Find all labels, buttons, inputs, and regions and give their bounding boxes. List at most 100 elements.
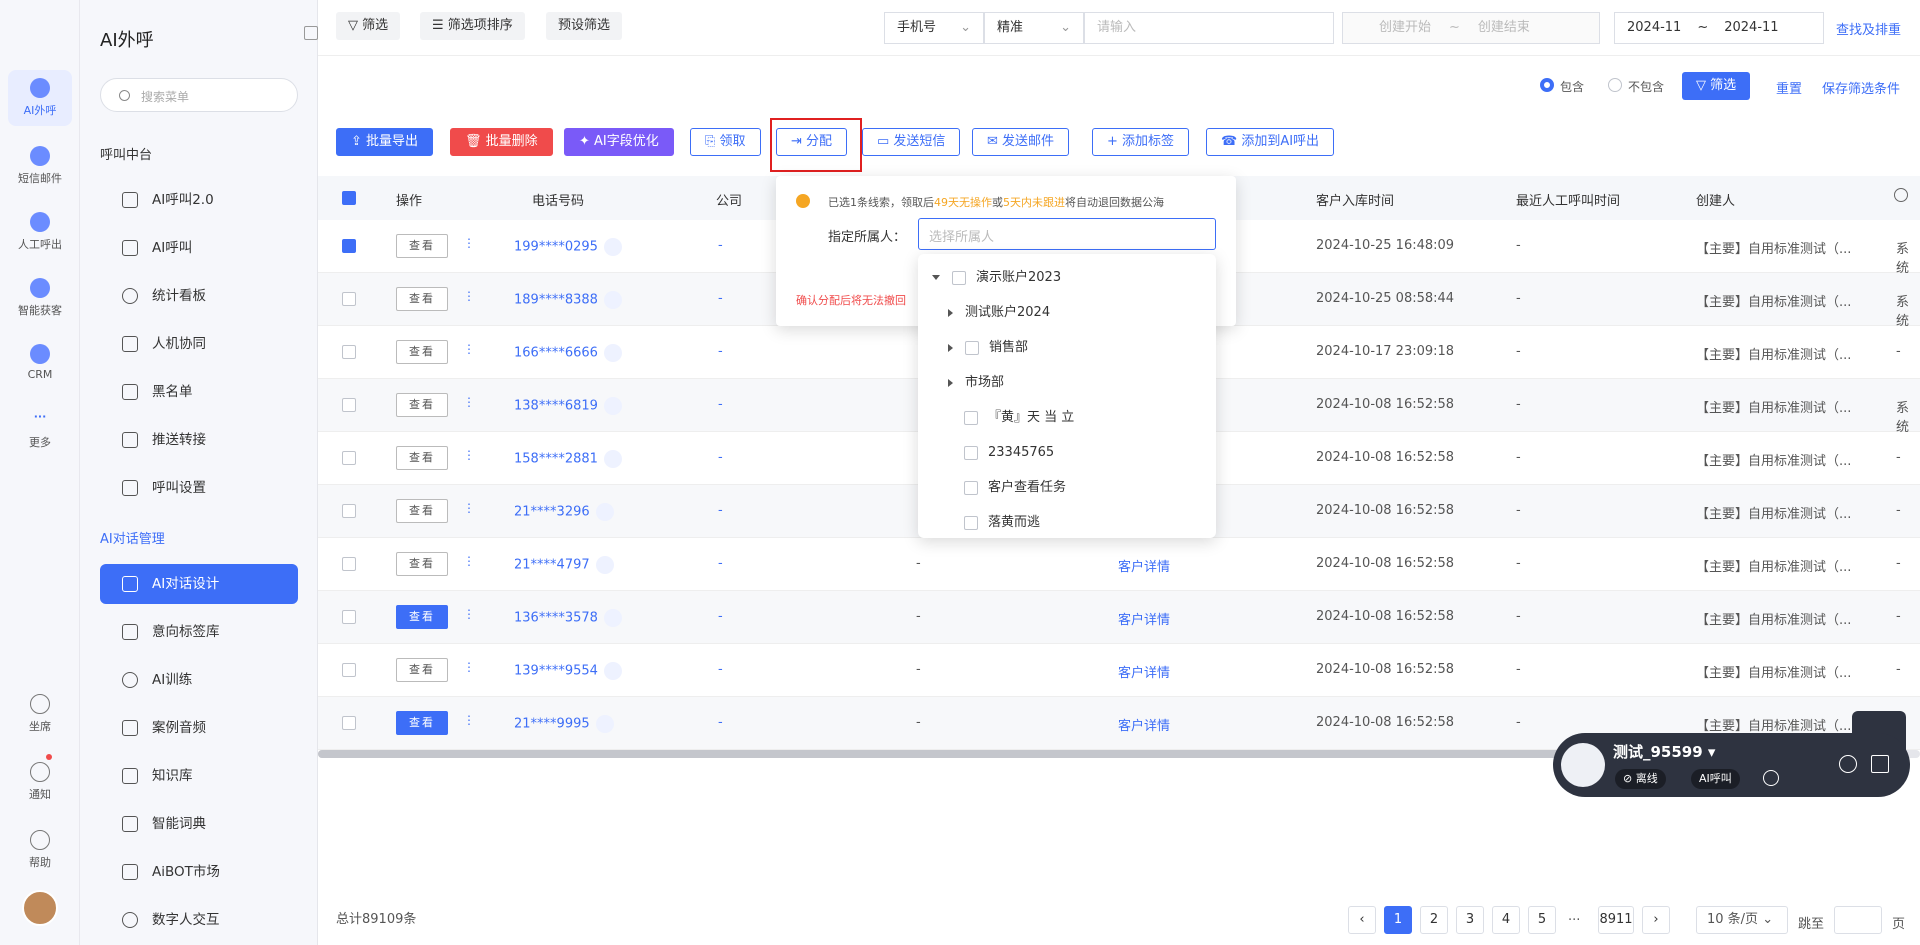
customer-detail-link[interactable]: 客户详情 [1118,556,1170,575]
sidebar-item-ai-call[interactable]: AI呼叫 [100,228,298,268]
sidebar-item-case-audio[interactable]: 案例音频 [100,708,298,748]
sidebar-item-ai-call-2[interactable]: AI呼叫2.0 [100,180,298,220]
view-button[interactable]: 查看 [396,234,448,258]
page-last[interactable]: 8911 [1598,906,1634,934]
gear-icon[interactable] [1763,770,1779,786]
view-button[interactable]: 查看 [396,446,448,470]
page-3[interactable]: 3 [1456,906,1484,934]
more-actions-icon[interactable]: ⋮ [463,660,475,674]
add-to-ai-button[interactable]: ☎ 添加到AI呼出 [1206,128,1335,156]
column-settings-icon[interactable] [1894,188,1908,202]
call-icon[interactable] [603,609,622,627]
preset-filter-button[interactable]: 预设筛选 [546,12,623,40]
month-range[interactable]: 2024-11 ~2024-11 [1614,12,1824,44]
nav-acquire[interactable]: 智能获客 [8,278,72,318]
view-button[interactable]: 查看 [396,552,448,576]
sidebar-item-ai-dialog-design[interactable]: AI对话设计 [100,564,298,604]
tree-node[interactable]: 23345765 [964,443,1054,463]
tree-checkbox[interactable] [964,480,978,495]
tree-node[interactable]: 落黄而逃 [964,513,1040,533]
phone-link[interactable]: 158****2881 [514,450,622,468]
more-actions-icon[interactable]: ⋮ [463,713,475,727]
sidebar-item-ai-training[interactable]: AI训练 [100,660,298,700]
more-actions-icon[interactable]: ⋮ [463,448,475,462]
row-checkbox[interactable] [342,451,356,465]
sidebar-item-transfer[interactable]: 推送转接 [100,420,298,460]
sidebar-item-blacklist[interactable]: 黑名单 [100,372,298,412]
sidebar-item-collab[interactable]: 人机协同 [100,324,298,364]
tree-checkbox[interactable] [964,410,978,425]
call-icon[interactable] [595,503,614,521]
customer-detail-link[interactable]: 客户详情 [1118,715,1170,734]
view-button[interactable]: 查看 [396,658,448,682]
apply-filter-button[interactable]: ▽ 筛选 [1682,72,1751,100]
page-5[interactable]: 5 [1528,906,1556,934]
row-checkbox[interactable] [342,398,356,412]
phone-link[interactable]: 199****0295 [514,238,622,256]
nav-sms-email[interactable]: 短信邮件 [8,146,72,186]
call-icon[interactable] [595,556,614,574]
row-checkbox[interactable] [342,504,356,518]
batch-delete-button[interactable]: 🗑 批量删除 [450,128,553,156]
batch-export-button[interactable]: ⇪ 批量导出 [336,128,434,156]
expand-icon[interactable] [1871,755,1889,773]
more-actions-icon[interactable]: ⋮ [463,501,475,515]
match-select[interactable]: 精准 ⌄ [984,12,1084,44]
more-actions-icon[interactable]: ⋮ [463,236,475,250]
phone-link[interactable]: 21****4797 [514,556,614,574]
page-2[interactable]: 2 [1420,906,1448,934]
phone-link[interactable]: 166****6666 [514,344,622,362]
collapse-icon[interactable] [304,26,318,40]
call-icon[interactable] [603,238,622,256]
caret-right-icon[interactable] [948,343,953,352]
nav-ai-outbound[interactable]: AI外呼 [8,70,72,126]
tree-node[interactable]: 销售部 [948,338,1028,358]
customer-detail-link[interactable]: 客户详情 [1118,662,1170,681]
claim-button[interactable]: ⎘ 领取 [690,128,761,156]
sidebar-item-intent-tags[interactable]: 意向标签库 [100,612,298,652]
row-checkbox[interactable] [342,239,356,253]
mode-badge[interactable]: AI呼叫 [1691,769,1740,789]
include-radio[interactable]: 包含 [1540,78,1584,95]
status-badge[interactable]: ⊘ 离线 [1615,769,1666,789]
tree-checkbox[interactable] [964,515,978,530]
dedupe-link[interactable]: 查找及排重 [1836,19,1901,38]
table-row[interactable]: 查看 ⋮ 21****4797 - - 客户详情 2024-10-08 16:52:58 - 【… [318,538,1920,591]
exclude-radio[interactable]: 不包含 [1608,78,1664,95]
sidebar-item-knowledge[interactable]: 知识库 [100,756,298,796]
nav-help[interactable]: 帮助 [8,830,72,870]
table-row[interactable]: 查看 ⋮ 139****9554 - - 客户详情 2024-10-08 16:52:58 -… [318,644,1920,697]
phone-link[interactable]: 189****8388 [514,291,622,309]
call-icon[interactable] [603,397,622,415]
call-icon[interactable] [603,450,622,468]
caret-down-icon[interactable] [932,275,940,280]
reset-link[interactable]: 重置 [1776,78,1802,97]
page-ellipsis[interactable]: ··· [1568,913,1580,928]
view-button[interactable]: 查看 [396,287,448,311]
tree-node[interactable]: 市场部 [948,373,1004,393]
tree-checkbox[interactable] [952,270,966,285]
header-in-time[interactable]: 客户入库时间 [1316,190,1394,209]
page-1[interactable]: 1 [1384,906,1412,934]
sidebar-item-dashboard[interactable]: 统计看板 [100,276,298,316]
sidebar-item-digital-human[interactable]: 数字人交互 [100,900,298,940]
more-actions-icon[interactable]: ⋮ [463,395,475,409]
call-icon[interactable] [595,715,614,733]
caret-right-icon[interactable] [948,378,953,387]
view-button[interactable]: 查看 [396,499,448,523]
scrollbar-thumb[interactable] [318,750,1598,758]
ai-field-optimize-button[interactable]: ✦ AI字段优化 [564,128,674,156]
tree-node[interactable]: 『黄』天 当 立 [964,408,1074,428]
row-checkbox[interactable] [342,345,356,359]
page-size-select[interactable]: 10 条/页 ⌄ [1696,906,1788,934]
customer-detail-link[interactable]: 客户详情 [1118,609,1170,628]
goto-page-input[interactable] [1834,906,1882,934]
more-actions-icon[interactable]: ⋮ [463,342,475,356]
sidebar-item-dictionary[interactable]: 智能词典 [100,804,298,844]
row-checkbox[interactable] [342,292,356,306]
next-page-button[interactable]: › [1642,906,1670,934]
field-type-select[interactable]: 手机号 ⌄ [884,12,984,44]
row-checkbox[interactable] [342,557,356,571]
nav-more[interactable]: ··· 更多 [8,410,72,450]
filter-sort-button[interactable]: ☰ 筛选项排序 [420,12,525,40]
